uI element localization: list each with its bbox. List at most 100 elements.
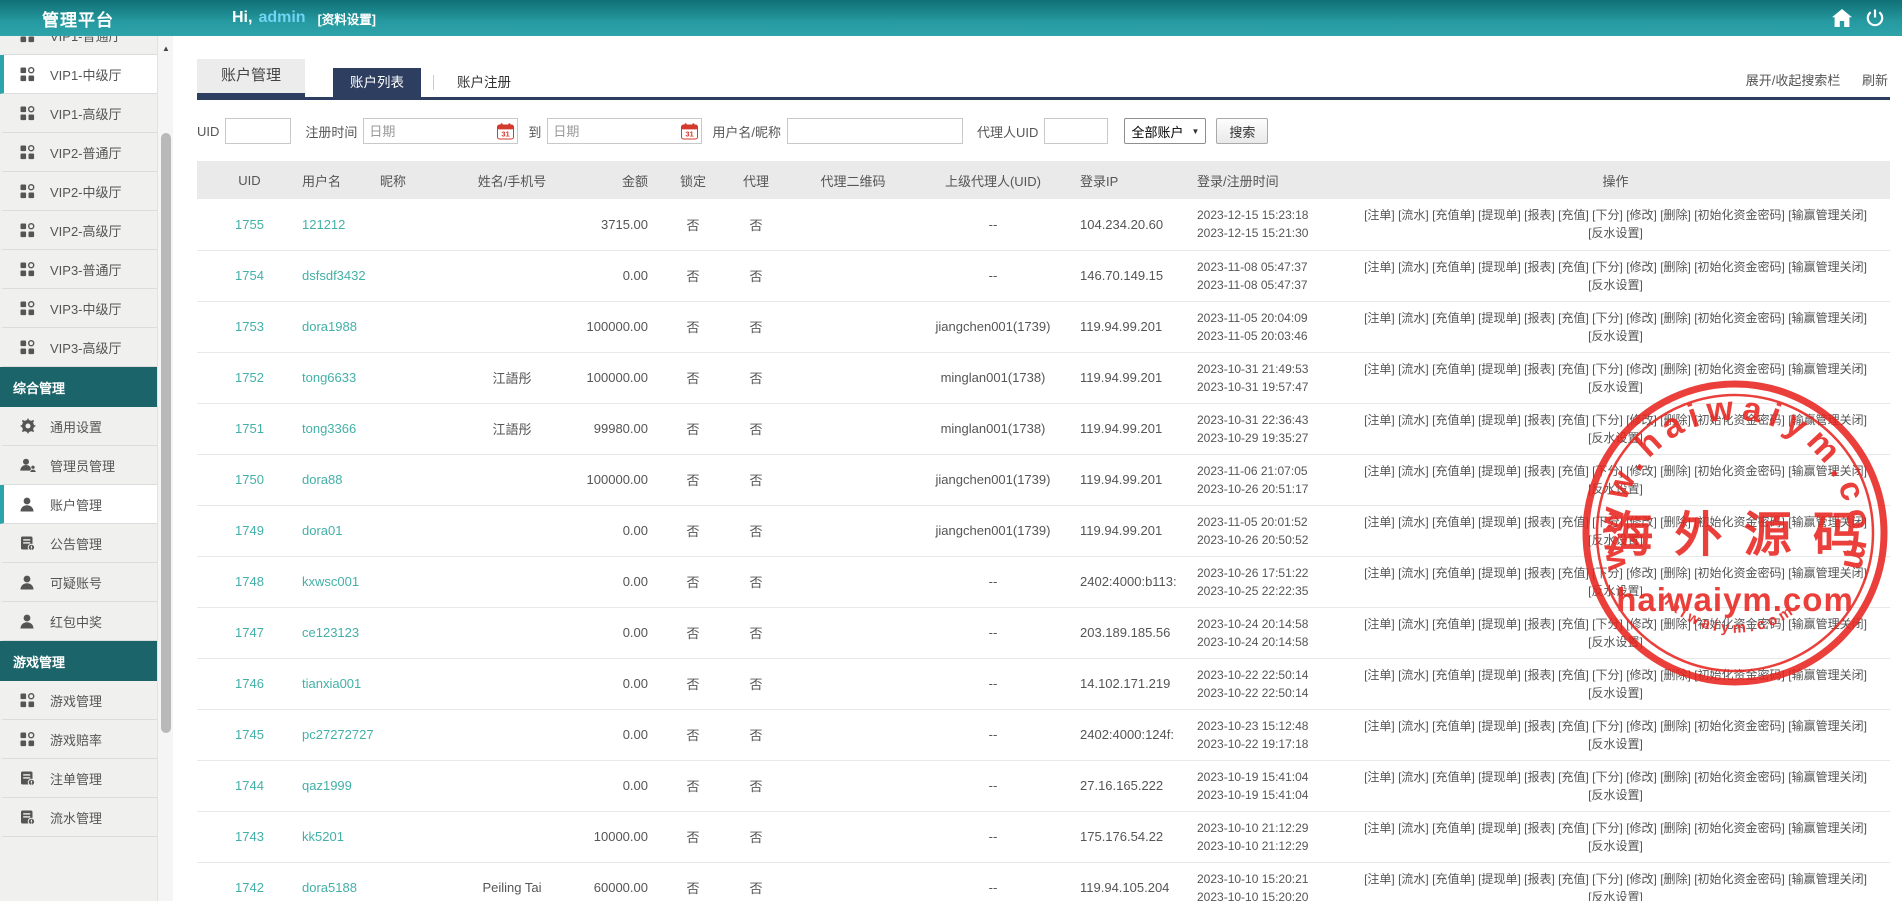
- sidebar-scrollbar[interactable]: ▲: [157, 36, 173, 901]
- op-link[interactable]: [删除]: [1660, 566, 1691, 580]
- op-link[interactable]: [初始化资金密码]: [1694, 821, 1785, 835]
- op-link[interactable]: [输赢管理关闭]: [1788, 208, 1867, 222]
- op-link[interactable]: [充值]: [1558, 821, 1589, 835]
- op-link[interactable]: [注单]: [1364, 566, 1395, 580]
- sidebar-item-VIP1-中级厅[interactable]: VIP1-中级厅: [0, 55, 157, 94]
- op-link[interactable]: [报表]: [1524, 617, 1555, 631]
- op-link[interactable]: [提现单]: [1478, 515, 1521, 529]
- sidebar-item-VIP2-普通厅[interactable]: VIP2-普通厅: [0, 133, 157, 172]
- op-link[interactable]: [输赢管理关闭]: [1788, 464, 1867, 478]
- search-button[interactable]: 搜索: [1216, 118, 1268, 144]
- op-link[interactable]: [充值]: [1558, 566, 1589, 580]
- op-link[interactable]: [修改]: [1626, 821, 1657, 835]
- uid-link[interactable]: 1748: [235, 574, 264, 589]
- sidebar-item-红包中奖[interactable]: 红包中奖: [0, 602, 157, 641]
- uid-link[interactable]: 1751: [235, 421, 264, 436]
- op-link[interactable]: [充值单]: [1432, 311, 1475, 325]
- op-link[interactable]: [修改]: [1626, 719, 1657, 733]
- uid-link[interactable]: 1749: [235, 523, 264, 538]
- op-link[interactable]: [充值]: [1558, 260, 1589, 274]
- op-link[interactable]: [输赢管理关闭]: [1788, 515, 1867, 529]
- op-link[interactable]: [报表]: [1524, 821, 1555, 835]
- username-link[interactable]: tianxia001: [302, 676, 361, 691]
- op-link[interactable]: [初始化资金密码]: [1694, 311, 1785, 325]
- op-link[interactable]: [反水设置]: [1588, 482, 1643, 496]
- op-link[interactable]: [反水设置]: [1588, 890, 1643, 901]
- op-link[interactable]: [充值单]: [1432, 362, 1475, 376]
- op-link[interactable]: [下分]: [1592, 362, 1623, 376]
- op-link[interactable]: [报表]: [1524, 515, 1555, 529]
- op-link[interactable]: [流水]: [1398, 311, 1429, 325]
- op-link[interactable]: [输赢管理关闭]: [1788, 617, 1867, 631]
- op-link[interactable]: [提现单]: [1478, 311, 1521, 325]
- op-link[interactable]: [删除]: [1660, 260, 1691, 274]
- uid-link[interactable]: 1755: [235, 217, 264, 232]
- op-link[interactable]: [输赢管理关闭]: [1788, 362, 1867, 376]
- op-link[interactable]: [输赢管理关闭]: [1788, 719, 1867, 733]
- uid-link[interactable]: 1747: [235, 625, 264, 640]
- agent-uid-input[interactable]: [1044, 118, 1108, 144]
- op-link[interactable]: [下分]: [1592, 260, 1623, 274]
- op-link[interactable]: [注单]: [1364, 362, 1395, 376]
- uid-link[interactable]: 1750: [235, 472, 264, 487]
- op-link[interactable]: [下分]: [1592, 464, 1623, 478]
- username-link[interactable]: 121212: [302, 217, 345, 232]
- op-link[interactable]: [输赢管理关闭]: [1788, 770, 1867, 784]
- op-link[interactable]: [修改]: [1626, 872, 1657, 886]
- op-link[interactable]: [注单]: [1364, 719, 1395, 733]
- op-link[interactable]: [修改]: [1626, 566, 1657, 580]
- date-from-input[interactable]: [363, 118, 518, 144]
- sidebar-item-VIP3-中级厅[interactable]: VIP3-中级厅: [0, 289, 157, 328]
- op-link[interactable]: [充值单]: [1432, 770, 1475, 784]
- op-link[interactable]: [充值单]: [1432, 208, 1475, 222]
- op-link[interactable]: [反水设置]: [1588, 788, 1643, 802]
- sidebar-item-流水管理[interactable]: 流水管理: [0, 798, 157, 837]
- op-link[interactable]: [流水]: [1398, 668, 1429, 682]
- op-link[interactable]: [输赢管理关闭]: [1788, 668, 1867, 682]
- op-link[interactable]: [流水]: [1398, 515, 1429, 529]
- sidebar-item-账户管理[interactable]: 账户管理: [0, 485, 157, 524]
- op-link[interactable]: [提现单]: [1478, 617, 1521, 631]
- refresh-link[interactable]: 刷新: [1862, 73, 1888, 88]
- op-link[interactable]: [输赢管理关闭]: [1788, 872, 1867, 886]
- op-link[interactable]: [充值单]: [1432, 719, 1475, 733]
- op-link[interactable]: [流水]: [1398, 719, 1429, 733]
- op-link[interactable]: [报表]: [1524, 770, 1555, 784]
- sidebar-item-公告管理[interactable]: 公告管理: [0, 524, 157, 563]
- op-link[interactable]: [流水]: [1398, 464, 1429, 478]
- op-link[interactable]: [输赢管理关闭]: [1788, 821, 1867, 835]
- op-link[interactable]: [流水]: [1398, 872, 1429, 886]
- username-input[interactable]: [787, 118, 963, 144]
- uid-link[interactable]: 1754: [235, 268, 264, 283]
- op-link[interactable]: [注单]: [1364, 260, 1395, 274]
- op-link[interactable]: [下分]: [1592, 668, 1623, 682]
- tab-account-list[interactable]: 账户列表: [333, 68, 421, 97]
- op-link[interactable]: [删除]: [1660, 719, 1691, 733]
- sidebar-item-可疑账号[interactable]: 可疑账号: [0, 563, 157, 602]
- op-link[interactable]: [下分]: [1592, 566, 1623, 580]
- op-link[interactable]: [充值单]: [1432, 617, 1475, 631]
- op-link[interactable]: [初始化资金密码]: [1694, 719, 1785, 733]
- op-link[interactable]: [下分]: [1592, 311, 1623, 325]
- op-link[interactable]: [修改]: [1626, 311, 1657, 325]
- op-link[interactable]: [删除]: [1660, 311, 1691, 325]
- op-link[interactable]: [充值单]: [1432, 515, 1475, 529]
- username-link[interactable]: dora01: [302, 523, 342, 538]
- op-link[interactable]: [修改]: [1626, 208, 1657, 222]
- op-link[interactable]: [删除]: [1660, 821, 1691, 835]
- op-link[interactable]: [初始化资金密码]: [1694, 872, 1785, 886]
- scrollbar-thumb[interactable]: [161, 133, 171, 733]
- username-link[interactable]: tong6633: [302, 370, 356, 385]
- op-link[interactable]: [充值]: [1558, 362, 1589, 376]
- username-link[interactable]: dora88: [302, 472, 342, 487]
- op-link[interactable]: [提现单]: [1478, 770, 1521, 784]
- op-link[interactable]: [下分]: [1592, 872, 1623, 886]
- op-link[interactable]: [下分]: [1592, 208, 1623, 222]
- op-link[interactable]: [流水]: [1398, 413, 1429, 427]
- date-to-input[interactable]: [547, 118, 702, 144]
- op-link[interactable]: [充值单]: [1432, 566, 1475, 580]
- op-link[interactable]: [反水设置]: [1588, 380, 1643, 394]
- op-link[interactable]: [修改]: [1626, 260, 1657, 274]
- op-link[interactable]: [报表]: [1524, 362, 1555, 376]
- op-link[interactable]: [提现单]: [1478, 413, 1521, 427]
